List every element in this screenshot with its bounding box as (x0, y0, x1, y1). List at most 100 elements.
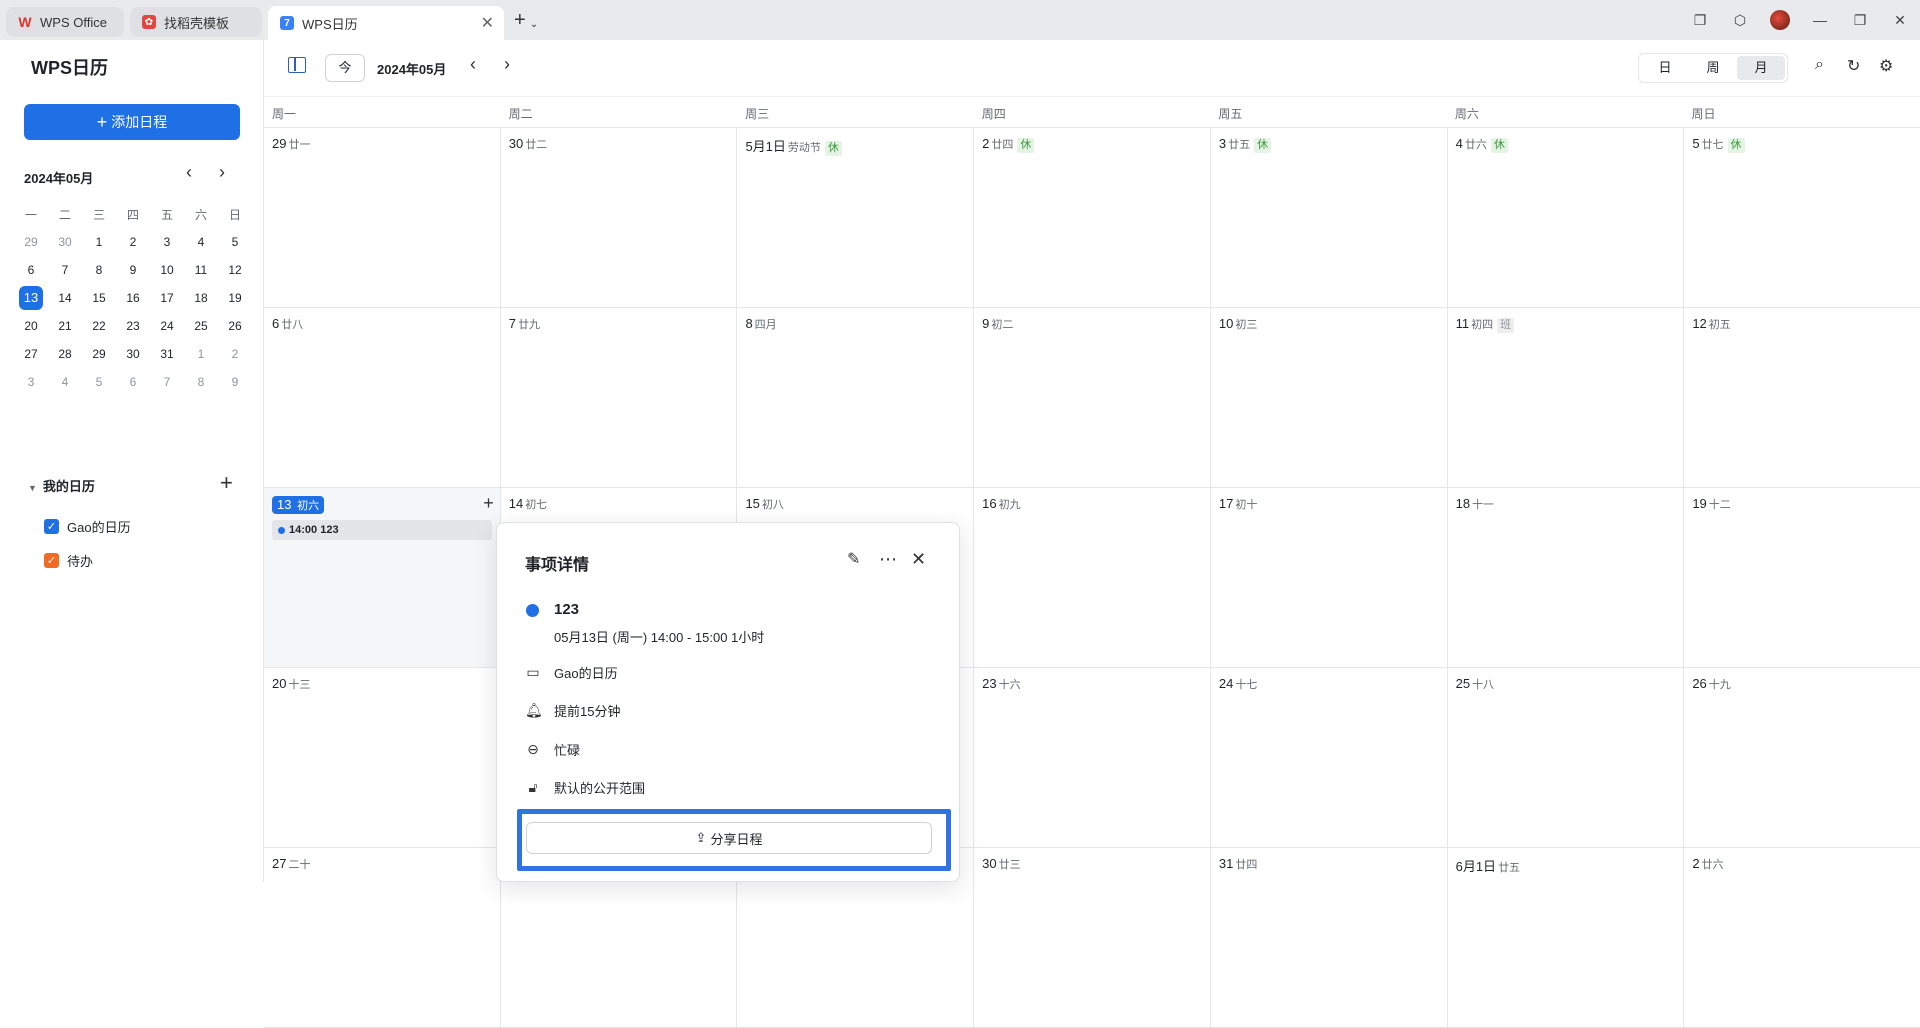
mini-day[interactable]: 1 (184, 347, 218, 361)
mini-day[interactable]: 4 (184, 235, 218, 249)
mini-day[interactable]: 17 (150, 291, 184, 305)
mini-day[interactable]: 30 (48, 235, 82, 249)
mini-day[interactable]: 8 (184, 375, 218, 389)
day-cell[interactable]: 5月1日 劳动节休 (737, 128, 975, 307)
view-month-button[interactable]: 月 (1737, 56, 1785, 80)
mini-day[interactable]: 15 (82, 291, 116, 305)
chevron-left-icon[interactable]: ‹ (470, 54, 476, 75)
mini-day[interactable]: 27 (14, 347, 48, 361)
day-cell[interactable]: 31 廿四 (1211, 848, 1448, 1027)
mini-day[interactable]: 2 (116, 235, 150, 249)
mini-day[interactable]: 24 (150, 319, 184, 333)
mini-day[interactable]: 14 (48, 291, 82, 305)
checkbox-checked-icon[interactable]: ✓ (44, 519, 59, 534)
tab-wps-office[interactable]: W WPS Office (6, 7, 124, 37)
cube-icon[interactable]: ⬡ (1720, 12, 1760, 29)
mini-day[interactable]: 16 (116, 291, 150, 305)
day-cell[interactable]: 2 廿四休 (974, 128, 1211, 307)
gear-icon[interactable]: ⚙ (1879, 56, 1893, 76)
day-cell[interactable]: 24 十七 (1211, 668, 1448, 847)
mini-day[interactable]: 21 (48, 319, 82, 333)
mini-day[interactable]: 30 (116, 347, 150, 361)
close-window-icon[interactable]: ✕ (1880, 12, 1920, 29)
day-cell[interactable]: 18 十一 (1448, 488, 1685, 667)
tab-wps-calendar[interactable]: 7 WPS日历 ✕ (268, 6, 504, 40)
view-week-button[interactable]: 周 (1689, 56, 1737, 80)
tab-docer-template[interactable]: ✿ 找稻壳模板 (130, 7, 262, 37)
add-calendar-icon[interactable]: + (220, 470, 233, 496)
day-cell[interactable]: 27 二十 (264, 848, 501, 1027)
mini-day[interactable]: 29 (14, 235, 48, 249)
mini-day[interactable]: 7 (48, 263, 82, 277)
mini-day[interactable]: 7 (150, 375, 184, 389)
day-cell[interactable]: 19 十二 (1684, 488, 1920, 667)
chevron-down-icon[interactable]: ⌄ (530, 19, 538, 30)
day-cell[interactable]: 10 初三 (1211, 308, 1448, 487)
mini-day[interactable]: 25 (184, 319, 218, 333)
day-cell[interactable]: 25 十八 (1448, 668, 1685, 847)
mini-day[interactable]: 22 (82, 319, 116, 333)
day-cell[interactable]: 20 十三 (264, 668, 501, 847)
mini-day[interactable]: 31 (150, 347, 184, 361)
day-cell[interactable]: 30 廿三 (974, 848, 1211, 1027)
mini-day[interactable]: 18 (184, 291, 218, 305)
day-cell[interactable]: 6月1日 廿五 (1448, 848, 1685, 1027)
mini-day[interactable]: 11 (184, 263, 218, 277)
day-cell[interactable]: 8 四月 (737, 308, 975, 487)
window-tabs-icon[interactable]: ❐ (1680, 12, 1720, 29)
day-cell[interactable]: 4 廿六休 (1448, 128, 1685, 307)
day-cell[interactable]: 16 初九 (974, 488, 1211, 667)
search-icon[interactable]: ⌕ (1815, 56, 1824, 74)
calendar-item-todo[interactable]: ✓ 待办 (44, 551, 93, 570)
avatar[interactable] (1770, 10, 1790, 30)
mini-day-today[interactable]: 13 (14, 286, 48, 310)
mini-day[interactable]: 23 (116, 319, 150, 333)
mini-day[interactable]: 4 (48, 375, 82, 389)
event-chip[interactable]: 14:00 123 (272, 520, 492, 540)
new-tab-icon[interactable]: + (514, 9, 526, 32)
day-cell[interactable]: 30 廿二 (501, 128, 738, 307)
share-event-button[interactable]: ⇪ 分享日程 (526, 822, 932, 854)
minimize-icon[interactable]: — (1800, 12, 1840, 28)
day-cell[interactable]: 6 廿八 (264, 308, 501, 487)
view-day-button[interactable]: 日 (1641, 56, 1689, 80)
chevron-left-icon[interactable]: ‹ (186, 162, 192, 183)
pencil-icon[interactable]: ✎ (847, 549, 860, 569)
more-icon[interactable]: ⋯ (879, 549, 897, 570)
mini-day[interactable]: 20 (14, 319, 48, 333)
mini-day[interactable]: 5 (82, 375, 116, 389)
day-cell[interactable]: 26 十九 (1684, 668, 1920, 847)
day-cell[interactable]: 12 初五 (1684, 308, 1920, 487)
chevron-right-icon[interactable]: › (504, 54, 510, 75)
my-calendars-header[interactable]: ▼ 我的日历 (28, 476, 95, 495)
mini-day[interactable]: 1 (82, 235, 116, 249)
sidebar-toggle-icon[interactable] (288, 57, 306, 73)
mini-day[interactable]: 26 (218, 319, 252, 333)
day-cell[interactable]: 2 廿六 (1684, 848, 1920, 1027)
mini-day[interactable]: 5 (218, 235, 252, 249)
mini-day[interactable]: 2 (218, 347, 252, 361)
day-cell-selected[interactable]: 13 初六 + 14:00 123 (264, 488, 501, 667)
add-event-icon[interactable]: + (483, 494, 494, 512)
day-cell[interactable]: 17 初十 (1211, 488, 1448, 667)
mini-day[interactable]: 8 (82, 263, 116, 277)
close-icon[interactable]: ✕ (481, 13, 494, 33)
mini-day[interactable]: 6 (14, 263, 48, 277)
day-cell[interactable]: 5 廿七休 (1684, 128, 1920, 307)
day-cell[interactable]: 3 廿五休 (1211, 128, 1448, 307)
day-cell[interactable]: 23 十六 (974, 668, 1211, 847)
mini-day[interactable]: 28 (48, 347, 82, 361)
today-button[interactable]: 今 (325, 54, 365, 82)
add-event-button[interactable]: + 添加日程 (24, 104, 240, 140)
day-cell[interactable]: 11 初四班 (1448, 308, 1685, 487)
refresh-icon[interactable]: ↻ (1847, 56, 1860, 76)
day-cell[interactable]: 7 廿九 (501, 308, 738, 487)
mini-day[interactable]: 12 (218, 263, 252, 277)
checkbox-checked-icon[interactable]: ✓ (44, 553, 59, 568)
calendar-item-gao[interactable]: ✓ Gao的日历 (44, 517, 131, 536)
mini-day[interactable]: 29 (82, 347, 116, 361)
mini-day[interactable]: 9 (218, 375, 252, 389)
mini-day[interactable]: 19 (218, 291, 252, 305)
day-cell[interactable]: 29 廿一 (264, 128, 501, 307)
mini-day[interactable]: 3 (14, 375, 48, 389)
